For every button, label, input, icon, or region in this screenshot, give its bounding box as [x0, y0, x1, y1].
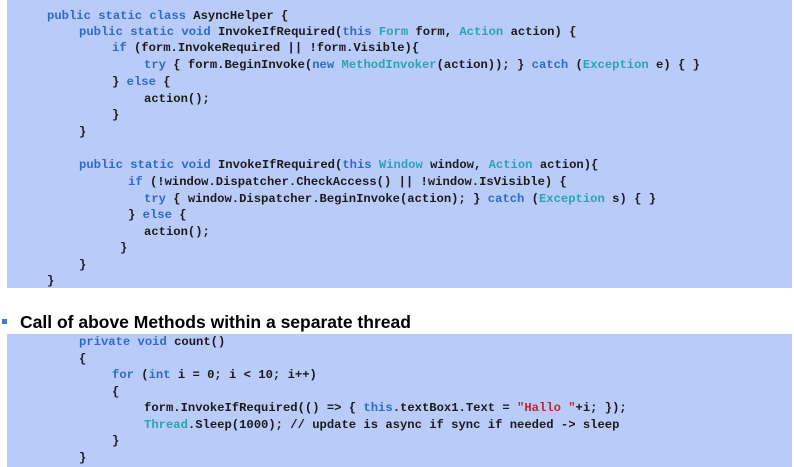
code-token: action) { — [510, 25, 577, 39]
code-token: this — [342, 25, 379, 39]
code-line: } — [79, 257, 86, 273]
code-line: form.InvokeIfRequired(() => { this.textB… — [144, 400, 627, 416]
code-token: else — [126, 75, 164, 89]
code-token: public static class — [47, 9, 194, 23]
code-line: { — [112, 384, 119, 400]
code-token: InvokeIfRequired( — [217, 25, 343, 39]
code-token: } — [79, 258, 87, 272]
code-token: catch — [487, 192, 532, 206]
bullet-icon — [2, 319, 7, 324]
code-token: .textBox1.Text = — [392, 401, 518, 415]
code-token: catch — [531, 58, 576, 72]
code-token: (action)); } — [436, 58, 532, 72]
code-token: InvokeIfRequired( — [217, 158, 343, 172]
code-token: { window.Dispatcher.BeginInvoke(action);… — [173, 192, 488, 206]
code-block-async-helper: public static class AsyncHelper { public… — [7, 0, 792, 288]
code-line: public static void InvokeIfRequired(this… — [79, 157, 598, 173]
code-token: } — [120, 241, 128, 255]
code-line: for (int i = 0; i < 10; i++) — [112, 367, 317, 383]
code-token: { — [179, 208, 187, 222]
code-line: try { form.BeginInvoke(new MethodInvoker… — [144, 57, 700, 73]
code-token: public static void — [79, 25, 218, 39]
code-line: public static void InvokeIfRequired(this… — [79, 24, 576, 40]
code-token: window, — [430, 158, 489, 172]
code-token: "Hallo " — [517, 401, 576, 415]
code-token: } — [79, 451, 87, 465]
code-token: } — [112, 108, 120, 122]
code-token: } — [47, 274, 55, 288]
code-token: action(); — [144, 92, 210, 106]
code-token: } — [128, 208, 143, 222]
code-token: form.InvokeIfRequired(() => { — [144, 401, 364, 415]
code-line: private void count() — [79, 334, 225, 350]
section-heading-row: Call of above Methods within a separate … — [0, 311, 794, 333]
code-line: if (!window.Dispatcher.CheckAccess() || … — [128, 174, 567, 190]
code-line: } else { — [112, 74, 171, 90]
code-line: } — [79, 124, 86, 140]
code-token: new — [312, 58, 342, 72]
code-token: ( — [141, 368, 149, 382]
code-token: private void — [79, 335, 175, 349]
code-token: { form.BeginInvoke( — [173, 58, 313, 72]
code-token: i = 0; i < 10; i++) — [177, 368, 317, 382]
code-token: s) { } — [612, 192, 657, 206]
code-token: ( — [531, 192, 539, 206]
code-token: } — [112, 75, 127, 89]
code-token: Action — [459, 25, 511, 39]
code-line: action(); — [144, 91, 210, 107]
code-token: { — [163, 75, 171, 89]
code-line: { — [79, 351, 86, 367]
code-line: try { window.Dispatcher.BeginInvoke(acti… — [144, 191, 656, 207]
code-token: { — [79, 352, 87, 366]
code-line: } — [47, 273, 54, 289]
code-token: try — [144, 58, 174, 72]
code-token: Action — [488, 158, 540, 172]
code-token: (!window.Dispatcher.CheckAccess() || !wi… — [149, 175, 567, 189]
code-block-count-method: private void count() { for (int i = 0; i… — [7, 334, 792, 467]
code-token: +i; }); — [575, 401, 627, 415]
code-token: } — [112, 434, 120, 448]
code-line: } — [79, 450, 86, 466]
code-token: Form — [378, 25, 416, 39]
code-token: for — [112, 368, 142, 382]
code-token: MethodInvoker — [341, 58, 437, 72]
code-token: if — [128, 175, 150, 189]
code-token: else — [142, 208, 180, 222]
code-token: this — [342, 158, 379, 172]
code-token: Exception — [538, 192, 613, 206]
code-token: try — [144, 192, 174, 206]
code-line: } — [112, 107, 119, 123]
code-token: if — [112, 41, 134, 55]
code-token: action(); — [144, 225, 210, 239]
code-token: .Sleep(1000); // update is async if sync… — [187, 418, 620, 432]
code-token: public static void — [79, 158, 218, 172]
code-line: public static class AsyncHelper { — [47, 8, 288, 24]
code-token: AsyncHelper { — [193, 9, 289, 23]
code-line: } — [120, 240, 127, 256]
code-token: (form.InvokeRequired || !form.Visible){ — [133, 41, 420, 55]
code-token: e) { } — [656, 58, 700, 72]
code-token: this — [363, 401, 393, 415]
code-token: Thread — [144, 418, 188, 432]
code-line: } else { — [128, 207, 187, 223]
code-token: form, — [415, 25, 460, 39]
code-token: ( — [575, 58, 583, 72]
section-heading: Call of above Methods within a separate … — [20, 312, 411, 332]
code-token: { — [112, 385, 120, 399]
code-token: Exception — [582, 58, 657, 72]
code-line: } — [112, 433, 119, 449]
code-token: count() — [174, 335, 226, 349]
code-token: action){ — [539, 158, 599, 172]
code-line: if (form.InvokeRequired || !form.Visible… — [112, 40, 419, 56]
code-token: } — [79, 125, 87, 139]
code-token: int — [148, 368, 178, 382]
code-token: Window — [378, 158, 431, 172]
code-line: Thread.Sleep(1000); // update is async i… — [144, 417, 619, 433]
code-line: action(); — [144, 224, 210, 240]
